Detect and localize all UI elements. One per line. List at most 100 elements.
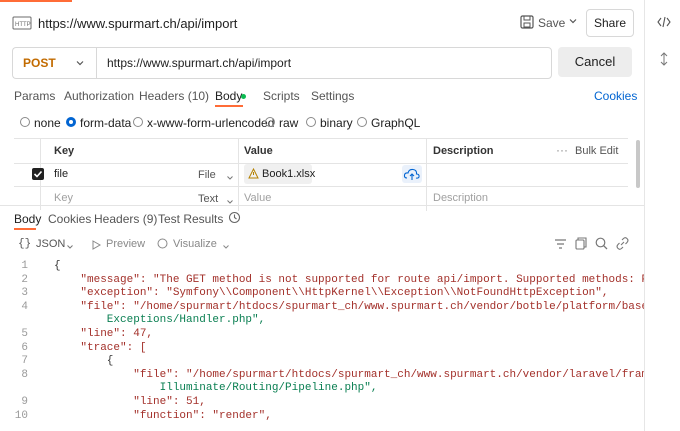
visualize-chevron-icon [222, 240, 230, 254]
search-icon[interactable] [595, 237, 608, 253]
line-number: 7 [21, 355, 28, 368]
row-enabled-checkbox[interactable] [32, 168, 44, 180]
code-text: Exceptions/Handler.php", [54, 314, 266, 327]
format-select[interactable]: JSON [36, 238, 65, 250]
method-chevron-icon [75, 58, 85, 68]
line-number: 9 [21, 396, 28, 408]
more-options-icon[interactable]: ··· [556, 143, 568, 157]
resp-tab-cookies[interactable]: Cookies [48, 212, 91, 226]
table-row: file File Book1.xlsx [14, 162, 628, 187]
svg-text:HTTP: HTTP [15, 22, 31, 28]
code-text: "line": 47, [54, 328, 154, 340]
code-text: { [54, 355, 114, 368]
row-key[interactable]: file [54, 168, 68, 180]
code-text: { [54, 260, 61, 272]
save-button[interactable]: Save [538, 16, 565, 30]
line-number: 2 [21, 273, 28, 286]
resp-tab-body[interactable]: Body [14, 212, 41, 226]
chevron-down-icon[interactable] [568, 16, 578, 26]
method-label: POST [23, 56, 56, 70]
table-scrollbar[interactable] [636, 140, 640, 188]
code-text: "trace": [ [54, 341, 147, 354]
response-toolbar: {} JSON Preview Visualize [0, 234, 644, 254]
tab-headers[interactable]: Headers (10) [139, 89, 209, 103]
tab-params[interactable]: Params [14, 89, 55, 103]
radio-urlencoded-label: x-www-form-urlencoded [147, 116, 275, 130]
code-snippet-icon[interactable] [657, 16, 671, 28]
header-value: Value [244, 145, 273, 157]
resp-body-underline [14, 228, 36, 230]
line-number: 8 [21, 368, 28, 381]
radio-graphql[interactable] [357, 117, 367, 127]
share-button[interactable]: Share [586, 9, 634, 37]
empty-type-chevron-icon [226, 195, 234, 209]
preview-button[interactable]: Preview [106, 238, 145, 250]
warning-icon [248, 167, 259, 182]
response-code-view[interactable]: 1{2 "message": "The GET method is not su… [0, 260, 644, 431]
request-title-bar: HTTP https://www.spurmart.ch/api/import … [0, 0, 644, 44]
file-name: Book1.xlsx [262, 168, 316, 180]
copy-icon[interactable] [575, 237, 587, 253]
history-icon[interactable] [228, 211, 241, 227]
pane-divider[interactable] [0, 205, 644, 206]
upload-cloud-icon[interactable] [402, 165, 422, 183]
visualize-icon [157, 238, 168, 252]
method-select[interactable]: POST [12, 47, 97, 79]
cookies-link[interactable]: Cookies [594, 89, 637, 103]
code-text: "function": "render", [54, 409, 272, 422]
code-line: 4 "file": "/home/spurmart/htdocs/spurmar… [0, 301, 644, 313]
file-chip[interactable]: Book1.xlsx [244, 164, 316, 184]
code-text: "file": "/home/spurmart/htdocs/spurmart_… [54, 300, 644, 313]
line-number: 10 [14, 409, 28, 422]
radio-raw-label: raw [279, 116, 299, 130]
radio-none[interactable] [20, 117, 30, 127]
description-placeholder[interactable]: Description [433, 192, 488, 204]
code-line: 9 "line": 51, [0, 396, 206, 408]
line-number: 3 [21, 287, 28, 300]
table-header-row: Key Value Description ··· Bulk Edit [14, 138, 628, 211]
resp-tab-test-results[interactable]: Test Results [158, 212, 223, 226]
row-type-select[interactable]: File [198, 169, 216, 181]
radio-binary-label: binary [320, 116, 353, 130]
line-number: 4 [21, 300, 28, 313]
code-line: 8 "file": "/home/spurmart/htdocs/spurmar… [0, 369, 644, 381]
code-text: "exception": "Symfony\\Component\\HttpKe… [54, 287, 609, 300]
tab-body[interactable]: Body [215, 89, 242, 103]
radio-raw[interactable] [265, 117, 275, 127]
braces-icon: {} [18, 238, 32, 250]
url-input[interactable]: https://www.spurmart.ch/api/import [96, 47, 552, 79]
link-icon[interactable] [616, 237, 629, 253]
key-placeholder[interactable]: Key [54, 192, 73, 204]
active-tab-indicator [0, 0, 72, 2]
header-key: Key [54, 145, 75, 157]
tab-scripts[interactable]: Scripts [263, 89, 300, 103]
filter-icon[interactable] [554, 238, 567, 253]
code-text: Illuminate/Routing/Pipeline.php", [54, 382, 378, 395]
request-tabs: Params Authorization Headers (10) Body S… [0, 86, 644, 107]
code-line: 5 "line": 47, [0, 328, 153, 340]
value-placeholder[interactable]: Value [244, 192, 271, 204]
code-line: 7 { [0, 355, 113, 367]
tab-authorization[interactable]: Authorization [64, 89, 134, 103]
cancel-button[interactable]: Cancel [558, 47, 632, 77]
format-chevron-icon [66, 240, 74, 254]
radio-none-label: none [34, 116, 61, 130]
resp-tab-headers[interactable]: Headers (9) [94, 212, 157, 226]
code-line: 2 "message": "The GET method is not supp… [0, 274, 644, 286]
radio-form-data[interactable] [66, 117, 76, 127]
code-text: "line": 51, [54, 396, 206, 408]
code-text: "file": "/home/spurmart/htdocs/spurmart_… [133, 368, 644, 381]
visualize-button[interactable]: Visualize [173, 238, 217, 250]
bulk-edit-button[interactable]: Bulk Edit [575, 145, 618, 157]
code-line: Exceptions/Handler.php", [0, 314, 265, 326]
radio-urlencoded[interactable] [133, 117, 143, 127]
url-value: https://www.spurmart.ch/api/import [107, 56, 292, 70]
tab-settings[interactable]: Settings [311, 89, 354, 103]
empty-type-select[interactable]: Text [198, 193, 218, 205]
sync-icon[interactable] [659, 52, 669, 66]
http-request-icon: HTTP [12, 13, 32, 31]
save-icon[interactable] [520, 15, 534, 29]
request-url-title[interactable]: https://www.spurmart.ch/api/import [38, 16, 237, 31]
code-line: Illuminate/Routing/Pipeline.php", [0, 382, 378, 395]
radio-binary[interactable] [306, 117, 316, 127]
